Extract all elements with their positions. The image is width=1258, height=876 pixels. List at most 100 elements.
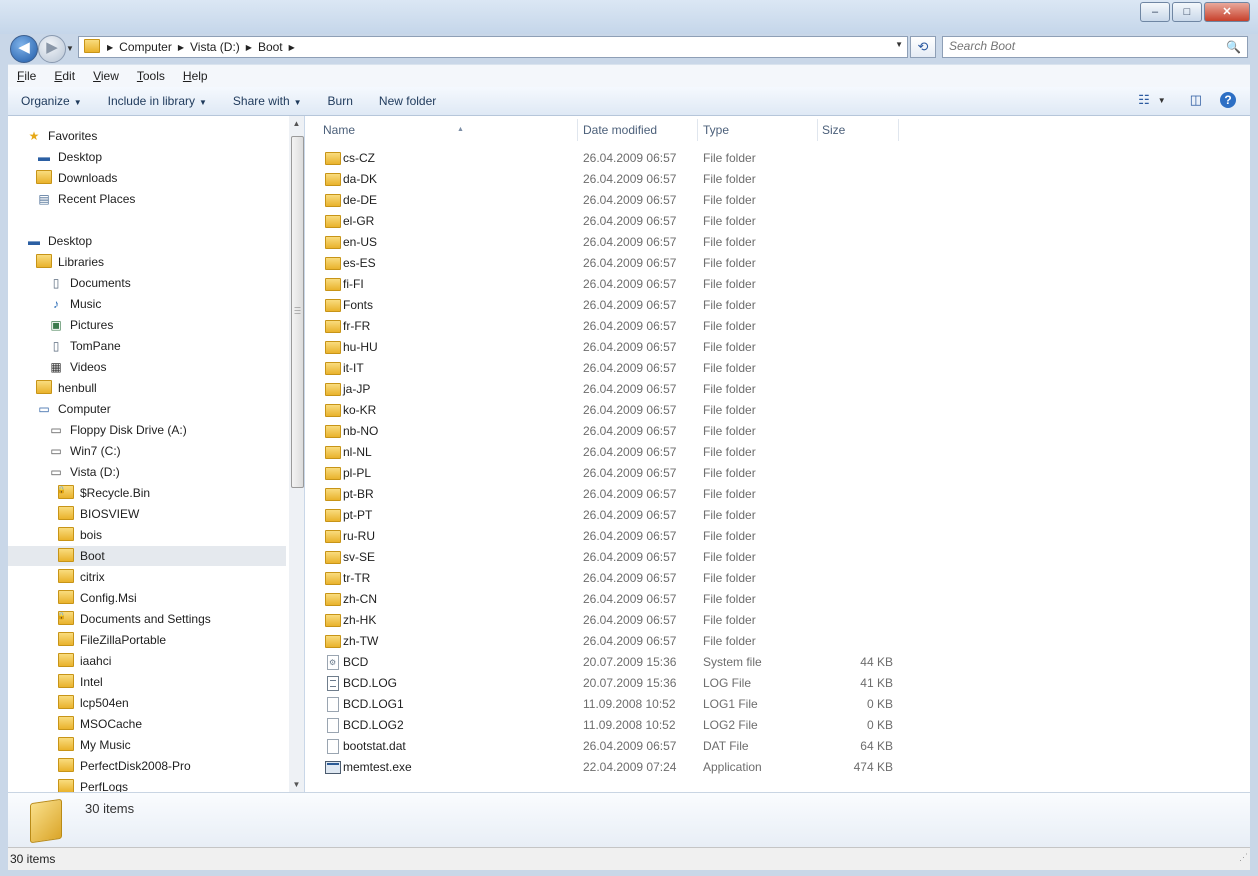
include-in-library-button[interactable]: Include in library ▼ (95, 94, 220, 108)
nav-folder-biosview[interactable]: BIOSVIEW (58, 504, 139, 524)
back-button[interactable]: ◀ (10, 35, 38, 63)
column-size[interactable]: Size (818, 119, 899, 141)
nav-downloads[interactable]: Downloads (36, 168, 117, 188)
breadcrumb-computer[interactable]: Computer (114, 40, 177, 54)
nav-folder-filezilla[interactable]: FileZillaPortable (58, 630, 166, 650)
nav-desktop-favorite[interactable]: ▬ Desktop (36, 147, 102, 167)
file-row[interactable]: sv-SE 26.04.2009 06:57 File folder (323, 547, 903, 567)
change-view-icon[interactable]: ☷ (1138, 92, 1150, 108)
nav-recent-places[interactable]: ▤ Recent Places (36, 189, 135, 209)
resize-grip-icon[interactable]: ⋰ (1239, 846, 1248, 868)
refresh-button[interactable]: ⟲ (910, 36, 936, 58)
file-row[interactable]: zh-CN 26.04.2009 06:57 File folder (323, 589, 903, 609)
nav-tompane[interactable]: ▯ TomPane (48, 336, 121, 356)
column-date-modified[interactable]: Date modified (579, 119, 698, 141)
file-row[interactable]: BCD.LOG1 11.09.2008 10:52 LOG1 File 0 KB (323, 694, 903, 714)
address-dropdown-icon[interactable]: ▼ (895, 40, 903, 49)
file-row[interactable]: fi-FI 26.04.2009 06:57 File folder (323, 274, 903, 294)
nav-desktop[interactable]: ▬ Desktop (26, 231, 92, 251)
file-row[interactable]: en-US 26.04.2009 06:57 File folder (323, 232, 903, 252)
breadcrumb-vista[interactable]: Vista (D:) (185, 40, 245, 54)
nav-folder-intel[interactable]: Intel (58, 672, 103, 692)
file-row[interactable]: fr-FR 26.04.2009 06:57 File folder (323, 316, 903, 336)
preview-pane-icon[interactable]: ◫ (1190, 92, 1202, 108)
file-row[interactable]: bootstat.dat 26.04.2009 06:57 DAT File 64 K… (323, 736, 903, 756)
breadcrumb-chevron-icon[interactable]: ▶ (106, 43, 114, 52)
nav-libraries[interactable]: Libraries (36, 252, 104, 272)
menu-tools[interactable]: Tools (128, 69, 174, 83)
share-with-button[interactable]: Share with ▼ (220, 94, 315, 108)
nav-favorites[interactable]: ★ Favorites (26, 126, 98, 146)
column-type[interactable]: Type (699, 119, 818, 141)
organize-button[interactable]: Organize ▼ (8, 94, 95, 108)
file-row[interactable]: ru-RU 26.04.2009 06:57 File folder (323, 526, 903, 546)
file-row[interactable]: cs-CZ 26.04.2009 06:57 File folder (323, 148, 903, 168)
nav-folder-boot[interactable]: Boot (8, 546, 286, 566)
file-row[interactable]: memtest.exe 22.04.2009 07:24 Application 47… (323, 757, 903, 777)
file-row[interactable]: it-IT 26.04.2009 06:57 File folder (323, 358, 903, 378)
nav-henbull[interactable]: henbull (36, 378, 97, 398)
search-box[interactable]: 🔍 (942, 36, 1248, 58)
scroll-thumb[interactable]: — — — (291, 136, 304, 488)
file-row[interactable]: nb-NO 26.04.2009 06:57 File folder (323, 421, 903, 441)
burn-button[interactable]: Burn (315, 94, 366, 108)
file-row[interactable]: BCD.LOG2 11.09.2008 10:52 LOG2 File 0 KB (323, 715, 903, 735)
recent-pages-dropdown[interactable]: ▼ (66, 44, 74, 53)
nav-vista-drive[interactable]: ▭ Vista (D:) (48, 462, 119, 482)
file-row[interactable]: BCD 20.07.2009 15:36 System file 44 KB (323, 652, 903, 673)
nav-folder-documents-settings[interactable]: Documents and Settings (57, 607, 211, 629)
nav-folder-iaahci[interactable]: iaahci (58, 651, 111, 671)
menu-view[interactable]: View (84, 69, 128, 83)
nav-folder-mymusic[interactable]: My Music (58, 735, 131, 755)
file-row[interactable]: es-ES 26.04.2009 06:57 File folder (323, 253, 903, 273)
nav-folder-recycle[interactable]: $Recycle.Bin (57, 481, 150, 503)
nav-folder-msocache[interactable]: MSOCache (58, 714, 142, 734)
menu-edit[interactable]: Edit (45, 69, 84, 83)
nav-folder-bois[interactable]: bois (58, 525, 102, 545)
minimize-button[interactable]: – (1140, 2, 1170, 22)
nav-folder-configmsi[interactable]: Config.Msi (58, 588, 137, 608)
file-row[interactable]: tr-TR 26.04.2009 06:57 File folder (323, 568, 903, 588)
nav-folder-citrix[interactable]: citrix (58, 567, 105, 587)
file-row[interactable]: zh-HK 26.04.2009 06:57 File folder (323, 610, 903, 630)
nav-documents[interactable]: ▯ Documents (48, 273, 131, 293)
file-row[interactable]: pl-PL 26.04.2009 06:57 File folder (323, 463, 903, 483)
nav-folder-lcp504en[interactable]: lcp504en (58, 693, 129, 713)
breadcrumb-chevron-icon[interactable]: ▶ (245, 43, 253, 52)
file-row[interactable]: da-DK 26.04.2009 06:57 File folder (323, 169, 903, 189)
file-row[interactable]: pt-PT 26.04.2009 06:57 File folder (323, 505, 903, 525)
file-row[interactable]: Fonts 26.04.2009 06:57 File folder (323, 295, 903, 315)
view-dropdown-icon[interactable]: ▼ (1158, 96, 1166, 105)
scroll-up-icon[interactable]: ▲ (289, 116, 304, 131)
breadcrumb-chevron-icon[interactable]: ▶ (288, 43, 296, 52)
forward-button[interactable]: ▶ (38, 35, 66, 63)
scroll-down-icon[interactable]: ▼ (289, 777, 304, 792)
nav-folder-perfectdisk[interactable]: PerfectDisk2008-Pro (58, 756, 191, 776)
file-row[interactable]: de-DE 26.04.2009 06:57 File folder (323, 190, 903, 210)
column-name[interactable]: Name ▲ (319, 119, 578, 141)
file-row[interactable]: nl-NL 26.04.2009 06:57 File folder (323, 442, 903, 462)
menu-help[interactable]: Help (174, 69, 217, 83)
nav-videos[interactable]: ▦ Videos (48, 357, 106, 377)
address-bar[interactable]: ▶ Computer ▶ Vista (D:) ▶ Boot ▶ ▼ (78, 36, 908, 58)
file-row[interactable]: el-GR 26.04.2009 06:57 File folder (323, 211, 903, 231)
file-row[interactable]: ja-JP 26.04.2009 06:57 File folder (323, 379, 903, 399)
nav-folder-perflogs[interactable]: PerfLogs (58, 777, 128, 792)
nav-music[interactable]: ♪ Music (48, 294, 101, 314)
nav-pictures[interactable]: ▣ Pictures (48, 315, 113, 335)
navigation-scrollbar[interactable]: ▲ — — — ▼ (289, 116, 304, 792)
nav-win7-drive[interactable]: ▭ Win7 (C:) (48, 441, 120, 461)
search-input[interactable] (943, 37, 1225, 55)
file-row[interactable]: ko-KR 26.04.2009 06:57 File folder (323, 400, 903, 420)
file-row[interactable]: hu-HU 26.04.2009 06:57 File folder (323, 337, 903, 357)
file-row[interactable]: pt-BR 26.04.2009 06:57 File folder (323, 484, 903, 504)
close-button[interactable]: ✕ (1204, 2, 1250, 22)
breadcrumb-chevron-icon[interactable]: ▶ (177, 43, 185, 52)
breadcrumb-boot[interactable]: Boot (253, 40, 288, 54)
new-folder-button[interactable]: New folder (366, 94, 449, 108)
maximize-button[interactable]: □ (1172, 2, 1202, 22)
search-icon[interactable]: 🔍 (1226, 40, 1241, 54)
help-icon[interactable]: ? (1220, 92, 1236, 108)
file-row[interactable]: BCD.LOG 20.07.2009 15:36 LOG File 41 KB (323, 673, 903, 693)
nav-computer[interactable]: ▭ Computer (36, 399, 110, 419)
